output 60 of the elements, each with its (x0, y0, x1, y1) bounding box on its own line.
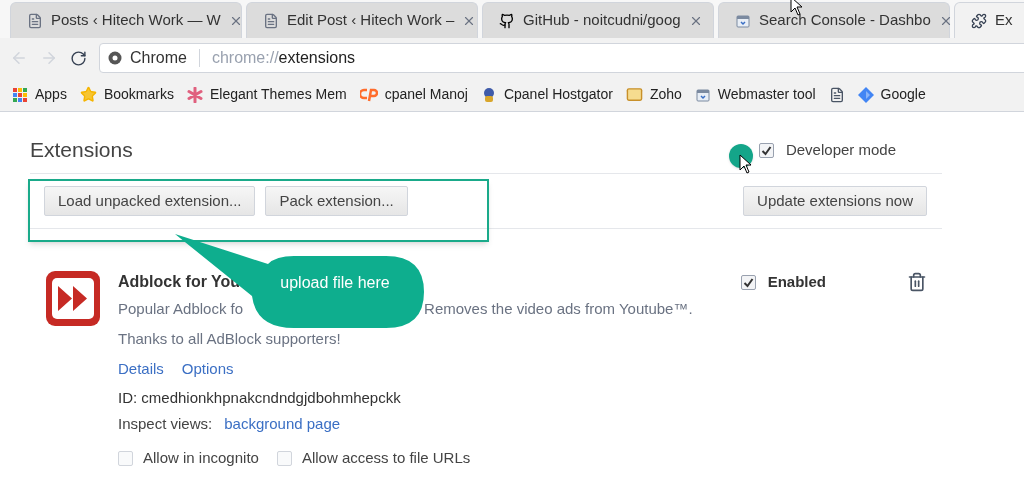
browser-tab[interactable]: Search Console - Dashbo (718, 2, 950, 38)
puzzle-icon (971, 12, 987, 29)
document-icon (27, 12, 43, 29)
extension-id: ID: cmedhionkhpnakcndndgjdbohmhepckk (118, 388, 401, 408)
bookmark-item[interactable]: Webmaster tool (694, 84, 816, 105)
tab-title: Search Console - Dashbo (759, 10, 931, 31)
bookmark-item[interactable]: Bookmarks (79, 84, 174, 105)
browser-tab[interactable]: Ex (954, 2, 1024, 38)
tab-title: Edit Post ‹ Hitech Work – (287, 10, 455, 31)
browser-tab[interactable]: GitHub - noitcudni/goog (482, 2, 714, 38)
checkbox[interactable] (118, 450, 133, 466)
address-bar[interactable]: Chrome chrome://extensions (99, 43, 1024, 73)
extension-link[interactable]: Details (118, 357, 164, 381)
checkbox[interactable] (276, 450, 292, 466)
toolbar-button[interactable]: Load unpacked extension... (44, 186, 256, 216)
page-title: Extensions (30, 137, 133, 164)
bookmark-item[interactable]: Google (857, 84, 926, 105)
diamond-icon (857, 86, 874, 103)
description-text: Popular Adblock fo (118, 298, 244, 319)
cpanel-logo-icon (359, 87, 378, 102)
extension-link[interactable]: Options (181, 357, 234, 381)
tab-title: Ex (995, 10, 1014, 31)
description-text: Removes the video ads from Youtube™. (424, 298, 693, 319)
note-text: Thanks to all AdBlock supporters! (118, 329, 341, 349)
enabled-label: Enabled (767, 271, 826, 292)
bookmark-item[interactable]: Elegant Themes Mem (186, 84, 347, 105)
option-label: Allow in incognito (143, 447, 259, 468)
checkbox[interactable] (740, 274, 756, 290)
inspect-views-label: Inspect views: (118, 414, 213, 435)
checkbox[interactable] (758, 142, 774, 158)
document-icon (828, 86, 845, 103)
chrome-logo-icon (108, 51, 122, 65)
tab-title: GitHub - noitcudni/goog (523, 10, 681, 31)
option-label: Allow access to file URLs (301, 447, 471, 468)
developer-mode-label: Developer mode (785, 139, 896, 160)
bookmark-item[interactable]: Zoho (625, 84, 682, 105)
mouse-cursor-icon (739, 154, 753, 174)
bookmark-item[interactable]: Apps (12, 84, 67, 105)
bookmark-item[interactable]: cpanel Manoj (359, 84, 468, 105)
extension-logo-icon (45, 270, 101, 327)
calendar-icon (694, 86, 711, 103)
github-icon (499, 12, 515, 29)
reload-icon[interactable] (70, 49, 87, 67)
callout-text: upload file here (279, 273, 391, 293)
bookmark-item[interactable]: Cpanel Hostgator (480, 84, 613, 105)
browser-tab[interactable]: Posts ‹ Hitech Work — W (10, 2, 242, 38)
asterisk-icon (186, 86, 203, 103)
star-icon (79, 86, 97, 103)
bookmark-item[interactable] (828, 86, 845, 103)
document-icon (263, 12, 279, 29)
update-extensions-button[interactable]: Update extensions now (743, 186, 927, 216)
site-label: Chrome (130, 48, 187, 68)
tab-title: Posts ‹ Hitech Work — W (51, 10, 221, 31)
toolbar-button[interactable]: Pack extension... (265, 186, 408, 216)
url-text: chrome://extensions (211, 48, 356, 68)
browser-tab[interactable]: Edit Post ‹ Hitech Work – (246, 2, 478, 38)
trash-icon[interactable] (907, 272, 927, 292)
apps-grid-icon (12, 86, 28, 103)
background-page-link[interactable]: background page (224, 413, 341, 436)
calendar-icon (735, 12, 751, 29)
